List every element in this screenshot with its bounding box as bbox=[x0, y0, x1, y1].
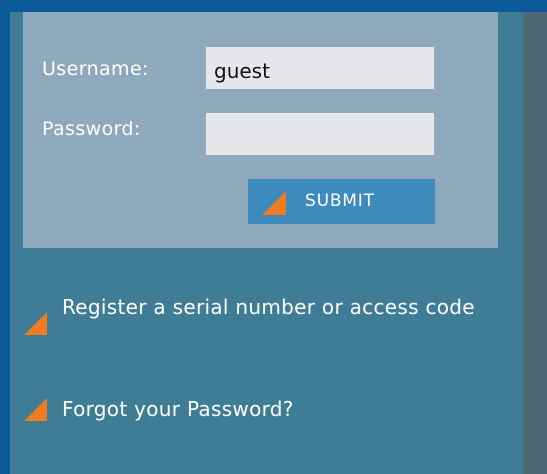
orange-triangle-icon bbox=[24, 398, 47, 421]
submit-button-label: SUBMIT bbox=[305, 191, 375, 211]
register-serial-link[interactable]: Register a serial number or access code bbox=[24, 294, 484, 335]
password-input[interactable] bbox=[206, 113, 434, 155]
orange-triangle-icon bbox=[262, 191, 286, 215]
password-label: Password: bbox=[42, 118, 141, 140]
content-area-edge bbox=[523, 12, 547, 474]
submit-button[interactable]: SUBMIT bbox=[248, 179, 435, 224]
username-input[interactable] bbox=[206, 47, 434, 89]
register-serial-link-text: Register a serial number or access code bbox=[62, 295, 475, 319]
username-label: Username: bbox=[42, 58, 149, 80]
forgot-password-link-text: Forgot your Password? bbox=[62, 397, 294, 421]
orange-triangle-icon bbox=[24, 312, 47, 335]
forgot-password-link[interactable]: Forgot your Password? bbox=[24, 396, 444, 423]
window-frame: Username: Password: SUBMIT Register a se… bbox=[0, 0, 547, 474]
